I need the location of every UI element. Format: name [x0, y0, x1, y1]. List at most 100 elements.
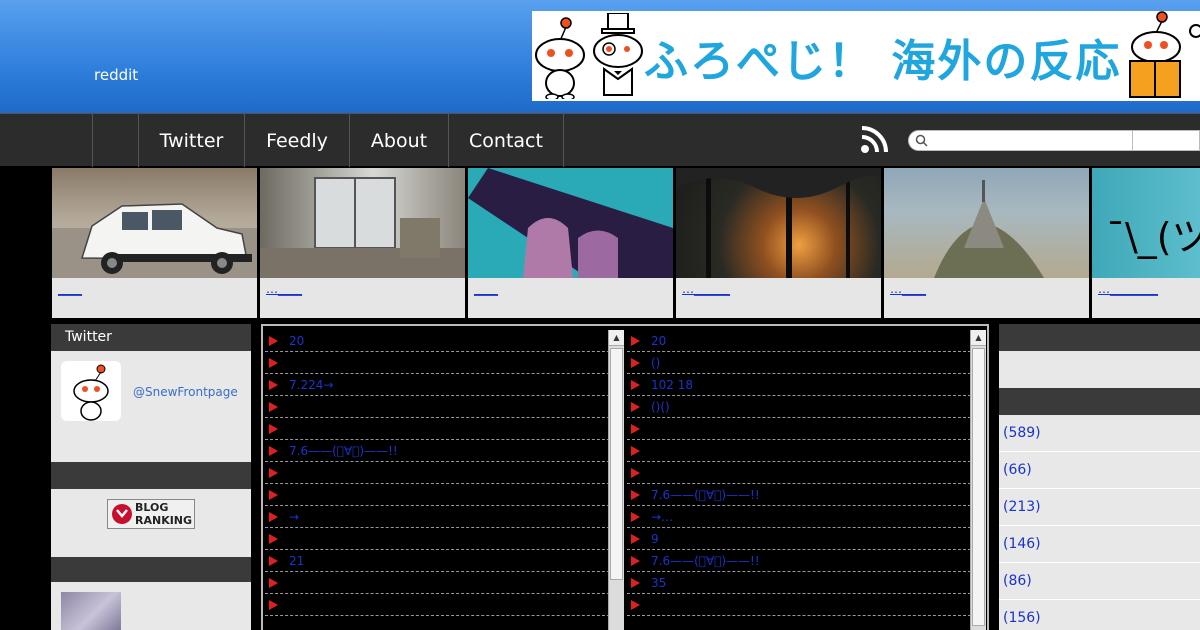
headline-link[interactable]: 7.6——(ﾟ∀ﾟ)——!! — [651, 554, 760, 568]
headline-row[interactable] — [265, 352, 615, 374]
headline-row[interactable] — [265, 594, 615, 616]
headline-link[interactable]: 20 — [289, 334, 304, 348]
headline-link[interactable]: 7.6——(ﾟ∀ﾟ)——!! — [651, 488, 760, 502]
left-sidebar: Twitter @SnewFrontpage BLOG RANKING — [51, 324, 251, 630]
headline-row[interactable] — [627, 594, 971, 616]
featured-caption[interactable]: …____ — [266, 282, 302, 296]
site-name[interactable]: reddit — [94, 66, 138, 84]
search-icon — [915, 134, 928, 147]
headline-row[interactable]: 7.224→ — [265, 374, 615, 396]
search-input[interactable] — [908, 130, 1200, 151]
arrow-icon — [269, 380, 278, 390]
featured-item[interactable]: …______ — [676, 168, 881, 318]
scroll-up-icon[interactable]: ▲ — [971, 330, 986, 346]
featured-caption[interactable]: …________ — [1098, 282, 1158, 296]
headline-row[interactable]: 7.6——(ﾟ∀ﾟ)——!! — [265, 440, 615, 462]
arrow-icon — [269, 402, 278, 412]
category-link[interactable]: (66) — [999, 452, 1200, 489]
category-link[interactable]: (146) — [999, 526, 1200, 563]
headline-row[interactable] — [627, 418, 971, 440]
headline-row[interactable] — [265, 462, 615, 484]
featured-item[interactable]: …____ — [260, 168, 465, 318]
headline-row[interactable]: 20 — [265, 330, 615, 352]
featured-caption[interactable]: …____ — [890, 282, 926, 296]
headline-link[interactable]: 7.224→ — [289, 378, 333, 392]
category-link[interactable]: (213) — [999, 489, 1200, 526]
headline-link[interactable]: 20 — [651, 334, 666, 348]
headline-row[interactable] — [627, 462, 971, 484]
headline-row[interactable]: 7.6——(ﾟ∀ﾟ)——!! — [627, 550, 971, 572]
scrollbar-thumb[interactable] — [610, 348, 623, 580]
arrow-icon — [269, 358, 278, 368]
headline-row[interactable] — [627, 440, 971, 462]
featured-item[interactable]: ____ — [52, 168, 257, 318]
scrollbar-thumb[interactable] — [972, 348, 985, 626]
featured-caption[interactable]: ____ — [58, 282, 82, 296]
site-banner[interactable]: ふろぺじ！ 海外の反応 — [532, 11, 1200, 101]
page: reddit ふろぺじ！ 海外の反応 Twitter Feedly About … — [0, 0, 1200, 630]
headline-row[interactable] — [265, 396, 615, 418]
category-link[interactable]: (156) — [999, 600, 1200, 630]
thumbnail-shrug[interactable]: ¯\_(ツ — [1092, 168, 1200, 278]
rss-icon[interactable] — [860, 126, 888, 154]
nav-item-home[interactable] — [92, 114, 138, 167]
scrollbar[interactable]: ▲ — [608, 330, 624, 630]
featured-item[interactable]: ____ — [468, 168, 673, 318]
arrow-icon — [269, 534, 278, 544]
thumbnail-forest-fire[interactable] — [676, 168, 881, 278]
arrow-icon — [631, 600, 640, 610]
panel-body — [999, 351, 1200, 388]
headline-row[interactable]: 7.6——(ﾟ∀ﾟ)——!! — [627, 484, 971, 506]
headline-row[interactable]: 9 — [627, 528, 971, 550]
headline-link[interactable]: ()() — [651, 400, 670, 414]
headline-link[interactable]: 7.6——(ﾟ∀ﾟ)——!! — [289, 444, 398, 458]
headline-row[interactable] — [265, 418, 615, 440]
nav-item-feedly[interactable]: Feedly — [244, 114, 349, 167]
thumbnail-room[interactable] — [260, 168, 465, 278]
twitter-handle[interactable]: @SnewFrontpage — [133, 385, 238, 399]
thumbnail-mont-saint-michel[interactable] — [884, 168, 1089, 278]
headline-row[interactable]: 20 — [627, 330, 971, 352]
headline-link[interactable]: 21 — [289, 554, 304, 568]
featured-item[interactable]: …____ — [884, 168, 1089, 318]
headline-row[interactable] — [265, 572, 615, 594]
thumbnail-ice-cream[interactable] — [468, 168, 673, 278]
main-nav: Twitter Feedly About Contact — [0, 113, 1200, 167]
headline-link[interactable]: →… — [651, 510, 673, 524]
headline-link[interactable]: → — [289, 510, 299, 524]
nav-item-twitter[interactable]: Twitter — [138, 114, 244, 167]
headline-row[interactable]: →… — [627, 506, 971, 528]
reddit-alien-reading-icon — [1129, 11, 1200, 98]
headline-link[interactable]: 9 — [651, 532, 659, 546]
featured-caption[interactable]: ____ — [474, 282, 498, 296]
scrollbar[interactable]: ▲ — [970, 330, 986, 630]
headline-row[interactable]: 102 18 — [627, 374, 971, 396]
scroll-up-icon[interactable]: ▲ — [609, 330, 624, 346]
arrow-icon — [269, 468, 278, 478]
headline-row[interactable]: → — [265, 506, 615, 528]
featured-caption[interactable]: …______ — [682, 282, 730, 296]
featured-item[interactable]: ¯\_(ツ …________ — [1092, 168, 1200, 318]
headline-row[interactable]: () — [627, 352, 971, 374]
headline-row[interactable]: 35 — [627, 572, 971, 594]
blog-ranking-panel: BLOG RANKING — [51, 489, 251, 557]
headline-link[interactable]: 35 — [651, 576, 666, 590]
avatar[interactable] — [61, 361, 121, 421]
thumbnail[interactable] — [61, 592, 121, 630]
headline-row[interactable] — [265, 528, 615, 550]
headline-link[interactable]: () — [651, 356, 660, 370]
headline-row[interactable] — [265, 484, 615, 506]
category-link[interactable]: (86) — [999, 563, 1200, 600]
headline-row[interactable]: 21 — [265, 550, 615, 572]
thumbnail-white-car[interactable] — [52, 168, 257, 278]
nav-item-about[interactable]: About — [349, 114, 448, 167]
nav-item-contact[interactable]: Contact — [448, 114, 564, 167]
nav-item-label: About — [370, 129, 428, 152]
arrow-icon — [631, 358, 640, 368]
panel-title — [51, 462, 251, 489]
headline-list-left: 20 7.224→ 7.6——(ﾟ∀ﾟ)——!! → 21 — [265, 330, 615, 616]
headline-row[interactable]: ()() — [627, 396, 971, 418]
blog-ranking-badge[interactable]: BLOG RANKING — [107, 499, 195, 529]
category-link[interactable]: (589) — [999, 415, 1200, 452]
headline-link[interactable]: 102 18 — [651, 378, 693, 392]
